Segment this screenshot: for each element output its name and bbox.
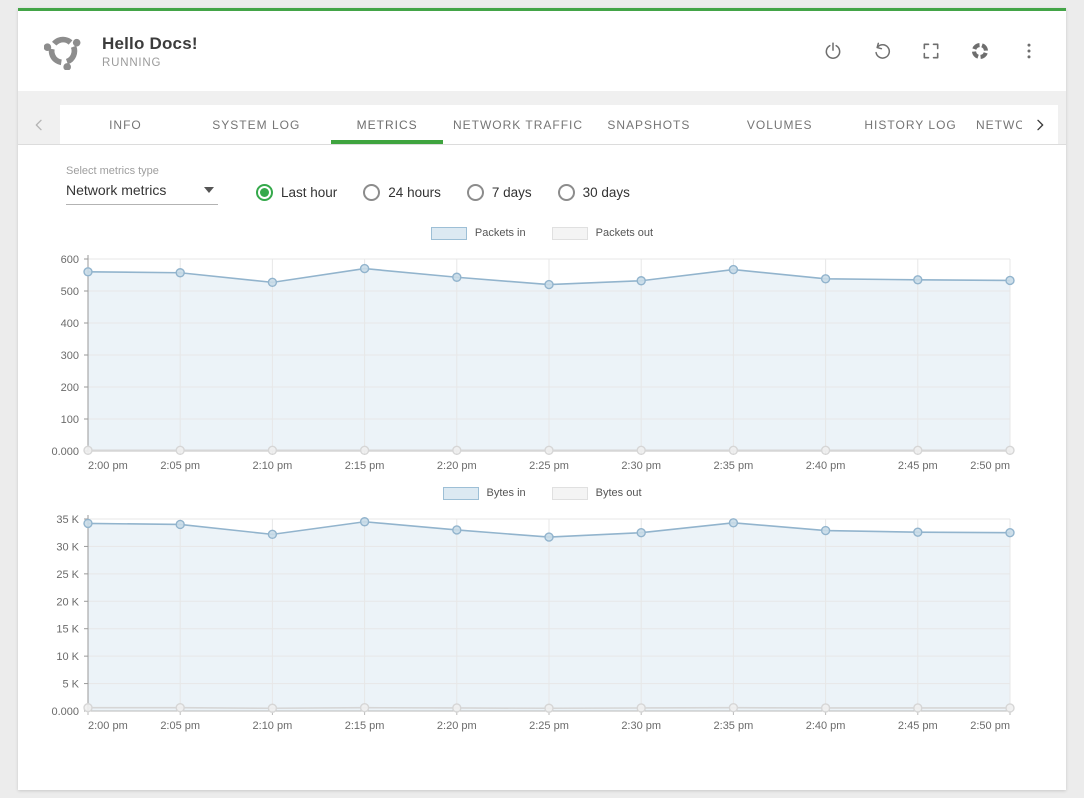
tab-network-traffic[interactable]: NETWORK TRAFFIC	[453, 105, 584, 144]
tab-bar: INFO SYSTEM LOG METRICS NETWORK TRAFFIC …	[18, 105, 1066, 145]
tab-history-log[interactable]: HISTORY LOG	[845, 105, 976, 144]
restart-button[interactable]	[871, 40, 893, 62]
metrics-type-select[interactable]: Network metrics	[66, 182, 218, 205]
tab-snapshots[interactable]: SNAPSHOTS	[583, 105, 714, 144]
svg-text:15 K: 15 K	[56, 624, 79, 636]
fullscreen-icon	[921, 41, 941, 61]
metrics-type-value: Network metrics	[66, 182, 166, 198]
svg-text:2:25 pm: 2:25 pm	[529, 460, 569, 472]
metrics-controls: Select metrics type Network metrics Last…	[66, 165, 1066, 205]
fullscreen-button[interactable]	[920, 40, 942, 62]
chevron-right-icon	[1032, 117, 1048, 133]
shutter-icon	[970, 41, 990, 61]
shutter-button[interactable]	[969, 40, 991, 62]
svg-text:25 K: 25 K	[56, 569, 79, 581]
tabs-scroll-left-button[interactable]	[18, 105, 60, 144]
instance-title: Hello Docs!	[102, 34, 822, 54]
radio-circle-icon	[256, 184, 273, 201]
radio-30-days[interactable]: 30 days	[558, 184, 630, 201]
svg-text:2:45 pm: 2:45 pm	[898, 720, 938, 732]
power-button[interactable]	[822, 40, 844, 62]
tab-volumes[interactable]: VOLUMES	[714, 105, 845, 144]
radio-circle-icon	[558, 184, 575, 201]
svg-text:2:30 pm: 2:30 pm	[621, 720, 661, 732]
tab-system-log[interactable]: SYSTEM LOG	[191, 105, 322, 144]
bytes-chart: Bytes in Bytes out 35 K 30 K 25 K 20 K 15 K 1…	[18, 485, 1066, 737]
time-range-radios: Last hour 24 hours 7 days 30 days	[256, 184, 630, 201]
legend-swatch-out	[552, 227, 588, 240]
legend-item-packets-in: Packets in	[431, 227, 526, 240]
kebab-menu-icon	[1019, 41, 1039, 61]
instance-card: Hello Docs! RUNNING	[18, 8, 1066, 790]
svg-text:2:05 pm: 2:05 pm	[160, 720, 200, 732]
legend-item-packets-out: Packets out	[552, 227, 653, 240]
tab-info[interactable]: INFO	[60, 105, 191, 144]
svg-text:200: 200	[61, 382, 79, 394]
svg-text:35 K: 35 K	[56, 514, 79, 526]
svg-text:2:35 pm: 2:35 pm	[714, 460, 754, 472]
radio-24-hours[interactable]: 24 hours	[363, 184, 441, 201]
tab-networks[interactable]: NETWORKS	[976, 105, 1022, 144]
svg-text:2:00 pm: 2:00 pm	[88, 720, 128, 732]
svg-text:2:40 pm: 2:40 pm	[806, 720, 846, 732]
legend-item-bytes-in: Bytes in	[443, 487, 526, 500]
dropdown-caret-icon	[204, 187, 214, 193]
svg-text:2:45 pm: 2:45 pm	[898, 460, 938, 472]
radio-circle-icon	[363, 184, 380, 201]
svg-text:2:20 pm: 2:20 pm	[437, 720, 477, 732]
header: Hello Docs! RUNNING	[18, 11, 1066, 91]
svg-text:30 K: 30 K	[56, 541, 79, 553]
legend-swatch-in	[443, 487, 479, 500]
svg-text:2:05 pm: 2:05 pm	[160, 460, 200, 472]
restart-icon	[872, 41, 892, 61]
radio-circle-icon	[467, 184, 484, 201]
tabs-scroll-right-button[interactable]	[1022, 105, 1058, 144]
svg-text:5 K: 5 K	[62, 679, 79, 691]
packets-chart: Packets in Packets out 600 500 400 300 200 10…	[18, 225, 1066, 477]
svg-text:0.000: 0.000	[51, 446, 79, 458]
svg-text:2:15 pm: 2:15 pm	[345, 720, 385, 732]
packets-chart-plot: 600 500 400 300 200 100 0.000 2:00 pm 2:05 pm 2:1…	[18, 245, 1066, 477]
svg-text:400: 400	[61, 318, 79, 330]
svg-text:2:40 pm: 2:40 pm	[806, 460, 846, 472]
header-divider-band	[18, 91, 1066, 105]
svg-text:2:25 pm: 2:25 pm	[529, 720, 569, 732]
radio-7-days[interactable]: 7 days	[467, 184, 532, 201]
svg-text:500: 500	[61, 286, 79, 298]
metrics-type-select-wrap: Select metrics type Network metrics	[66, 165, 218, 205]
svg-text:2:10 pm: 2:10 pm	[253, 720, 293, 732]
bytes-chart-plot: 35 K 30 K 25 K 20 K 15 K 10 K 5 K 0.000 2:00 pm 2…	[18, 505, 1066, 737]
radio-last-hour[interactable]: Last hour	[256, 184, 337, 201]
more-menu-button[interactable]	[1018, 40, 1040, 62]
legend-swatch-out	[552, 487, 588, 500]
svg-text:600: 600	[61, 254, 79, 266]
svg-text:100: 100	[61, 414, 79, 426]
tab-bar-end-gap	[1058, 105, 1066, 144]
legend-item-bytes-out: Bytes out	[552, 487, 642, 500]
svg-text:2:35 pm: 2:35 pm	[714, 720, 754, 732]
svg-text:10 K: 10 K	[56, 651, 79, 663]
svg-text:2:20 pm: 2:20 pm	[437, 460, 477, 472]
header-actions	[822, 40, 1040, 62]
svg-text:2:50 pm: 2:50 pm	[970, 460, 1010, 472]
metrics-type-label: Select metrics type	[66, 165, 218, 177]
chevron-left-icon	[31, 117, 47, 133]
power-icon	[823, 41, 843, 61]
status-badge: RUNNING	[102, 57, 822, 69]
header-titles: Hello Docs! RUNNING	[102, 34, 822, 69]
svg-text:300: 300	[61, 350, 79, 362]
svg-text:2:10 pm: 2:10 pm	[253, 460, 293, 472]
tab-metrics[interactable]: METRICS	[322, 105, 453, 144]
svg-text:2:50 pm: 2:50 pm	[970, 720, 1010, 732]
svg-text:0.000: 0.000	[51, 706, 79, 718]
bytes-chart-legend: Bytes in Bytes out	[18, 485, 1066, 501]
svg-text:2:15 pm: 2:15 pm	[345, 460, 385, 472]
svg-text:2:00 pm: 2:00 pm	[88, 460, 128, 472]
packets-chart-legend: Packets in Packets out	[18, 225, 1066, 241]
svg-text:2:30 pm: 2:30 pm	[621, 460, 661, 472]
ubuntu-logo-icon	[44, 32, 82, 70]
legend-swatch-in	[431, 227, 467, 240]
svg-text:20 K: 20 K	[56, 596, 79, 608]
tab-strip: INFO SYSTEM LOG METRICS NETWORK TRAFFIC …	[60, 105, 1022, 144]
